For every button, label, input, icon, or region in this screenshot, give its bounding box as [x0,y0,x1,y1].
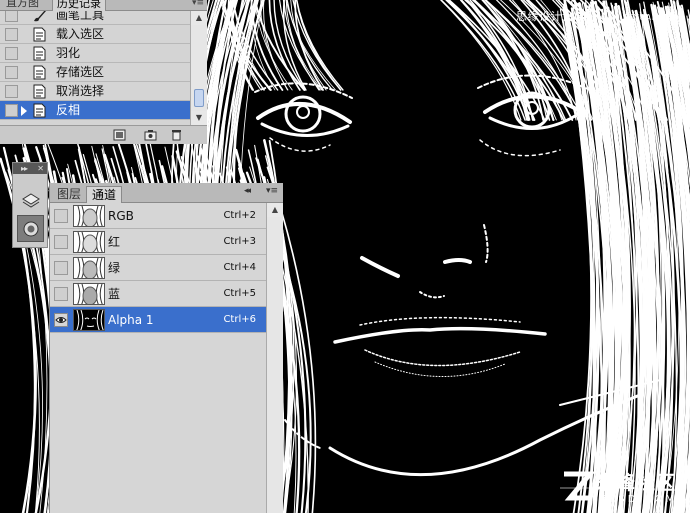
history-state-icon [33,27,46,42]
scroll-up-icon[interactable]: ▲ [267,203,283,217]
history-item-label: 羽化 [56,46,81,60]
history-item-label: 载入选区 [56,27,105,41]
history-item-label: 画笔工具 [56,11,105,22]
scroll-down-icon[interactable]: ▼ [191,111,207,125]
history-list: 画笔工具 载入选区 羽化 存储选区 取消选择 反相 [0,11,190,125]
channel-shortcut: Ctrl+5 [223,288,256,299]
history-tabbar: 直方图 历史记录 ▾≡ [0,0,207,11]
history-item-label: 取消选择 [56,84,105,98]
watermark-brand: 朱峰社区 [596,472,677,494]
history-state-icon [33,65,46,80]
history-item-load-selection[interactable]: 载入选区 [0,25,190,44]
channels-scrollbar[interactable]: ▲ [266,203,283,513]
top-watermark: 思缘设计论坛 www.MISSYUAN.COM [516,8,681,24]
visibility-toggle[interactable] [54,287,68,301]
visibility-toggle[interactable] [54,313,68,327]
new-document-from-state-icon[interactable] [113,129,126,141]
watermark-text: 思缘设计论坛 [516,10,585,23]
zfsd-logo-icon [560,471,594,501]
tab-layers[interactable]: 图层 [52,186,86,203]
channel-shortcut: Ctrl+6 [223,314,256,325]
collapse-panel-icon[interactable]: ◂◂ [244,186,251,196]
channel-name: 红 [108,235,121,249]
tab-histogram[interactable]: 直方图 [2,0,43,11]
channel-thumbnail [73,205,105,227]
history-state-icon [33,84,46,99]
eye-icon [55,317,67,323]
history-state-icon [33,103,46,118]
history-source-checkbox[interactable] [5,47,18,60]
channel-shortcut: Ctrl+4 [223,262,256,273]
watermark-url: www.MISSYUAN.COM [589,13,682,22]
scroll-thumb[interactable] [194,89,204,107]
history-item-save-selection[interactable]: 存储选区 [0,63,190,82]
panel-menu-icon[interactable]: ▾≡ [192,0,204,8]
channel-name: 绿 [108,261,121,275]
history-item-label: 反相 [56,103,81,117]
channel-name: RGB [108,209,134,223]
history-scrollbar[interactable]: ▲ ▼ [190,11,207,125]
history-footer [0,125,207,144]
channel-list: RGB Ctrl+2 红 Ctrl+3 绿 Ctrl+4 蓝 Ctrl+5 Al… [50,203,266,513]
close-dock-icon[interactable]: ✕ [37,163,44,174]
channel-thumbnail [73,283,105,305]
channel-thumbnail [73,309,105,331]
layers-panel-button[interactable] [17,187,44,214]
bottom-watermark: 朱峰社区 ZFSD.COM [560,468,685,510]
channel-name: 蓝 [108,287,121,301]
history-state-icon [33,46,46,61]
trash-icon[interactable] [170,129,183,141]
scroll-up-icon[interactable]: ▲ [191,11,207,25]
brush-icon [34,11,46,22]
history-item-deselect[interactable]: 取消选择 [0,82,190,101]
history-item-invert[interactable]: 反相 [0,101,190,120]
expand-panels-icon[interactable]: ▸▸ [21,163,28,174]
history-panel: 直方图 历史记录 ▾≡ 画笔工具 载入选区 羽化 存储选区 取消选择 反相 ▲ … [0,0,207,144]
layers-icon [22,193,40,208]
channel-thumbnail [73,231,105,253]
history-item-brush[interactable]: 画笔工具 [0,11,190,25]
channel-row-rgb[interactable]: RGB Ctrl+2 [50,203,266,229]
channel-thumbnail [73,257,105,279]
history-source-checkbox[interactable] [5,28,18,41]
visibility-toggle[interactable] [54,235,68,249]
channels-icon [23,221,39,237]
history-source-checkbox[interactable] [5,104,18,117]
channel-row-blue[interactable]: 蓝 Ctrl+5 [50,281,266,307]
channels-panel: 图层 通道 ◂◂ ▾≡ RGB Ctrl+2 红 Ctrl+3 绿 Ctrl+4… [49,183,283,513]
channel-name: Alpha 1 [108,313,154,327]
visibility-toggle[interactable] [54,209,68,223]
history-source-checkbox[interactable] [5,66,18,79]
dock-header[interactable]: ▸▸ ✕ [13,163,47,174]
tab-channels[interactable]: 通道 [86,186,123,203]
channel-shortcut: Ctrl+3 [223,236,256,247]
history-item-feather[interactable]: 羽化 [0,44,190,63]
watermark-domain: ZFSD.COM [600,494,678,505]
history-source-checkbox[interactable] [5,11,18,22]
channel-row-alpha1[interactable]: Alpha 1 Ctrl+6 [50,307,266,333]
new-snapshot-icon[interactable] [144,129,157,141]
channel-row-red[interactable]: 红 Ctrl+3 [50,229,266,255]
panel-menu-icon[interactable]: ▾≡ [266,186,278,196]
channel-row-green[interactable]: 绿 Ctrl+4 [50,255,266,281]
channels-tabbar: 图层 通道 ◂◂ ▾≡ [50,183,283,203]
history-item-label: 存储选区 [56,65,105,79]
channels-panel-button[interactable] [17,215,44,242]
collapsed-panel-dock: ▸▸ ✕ [12,162,48,248]
channel-shortcut: Ctrl+2 [223,210,256,221]
visibility-toggle[interactable] [54,261,68,275]
history-source-checkbox[interactable] [5,85,18,98]
tab-history[interactable]: 历史记录 [52,0,106,11]
current-state-arrow-icon [21,106,27,116]
